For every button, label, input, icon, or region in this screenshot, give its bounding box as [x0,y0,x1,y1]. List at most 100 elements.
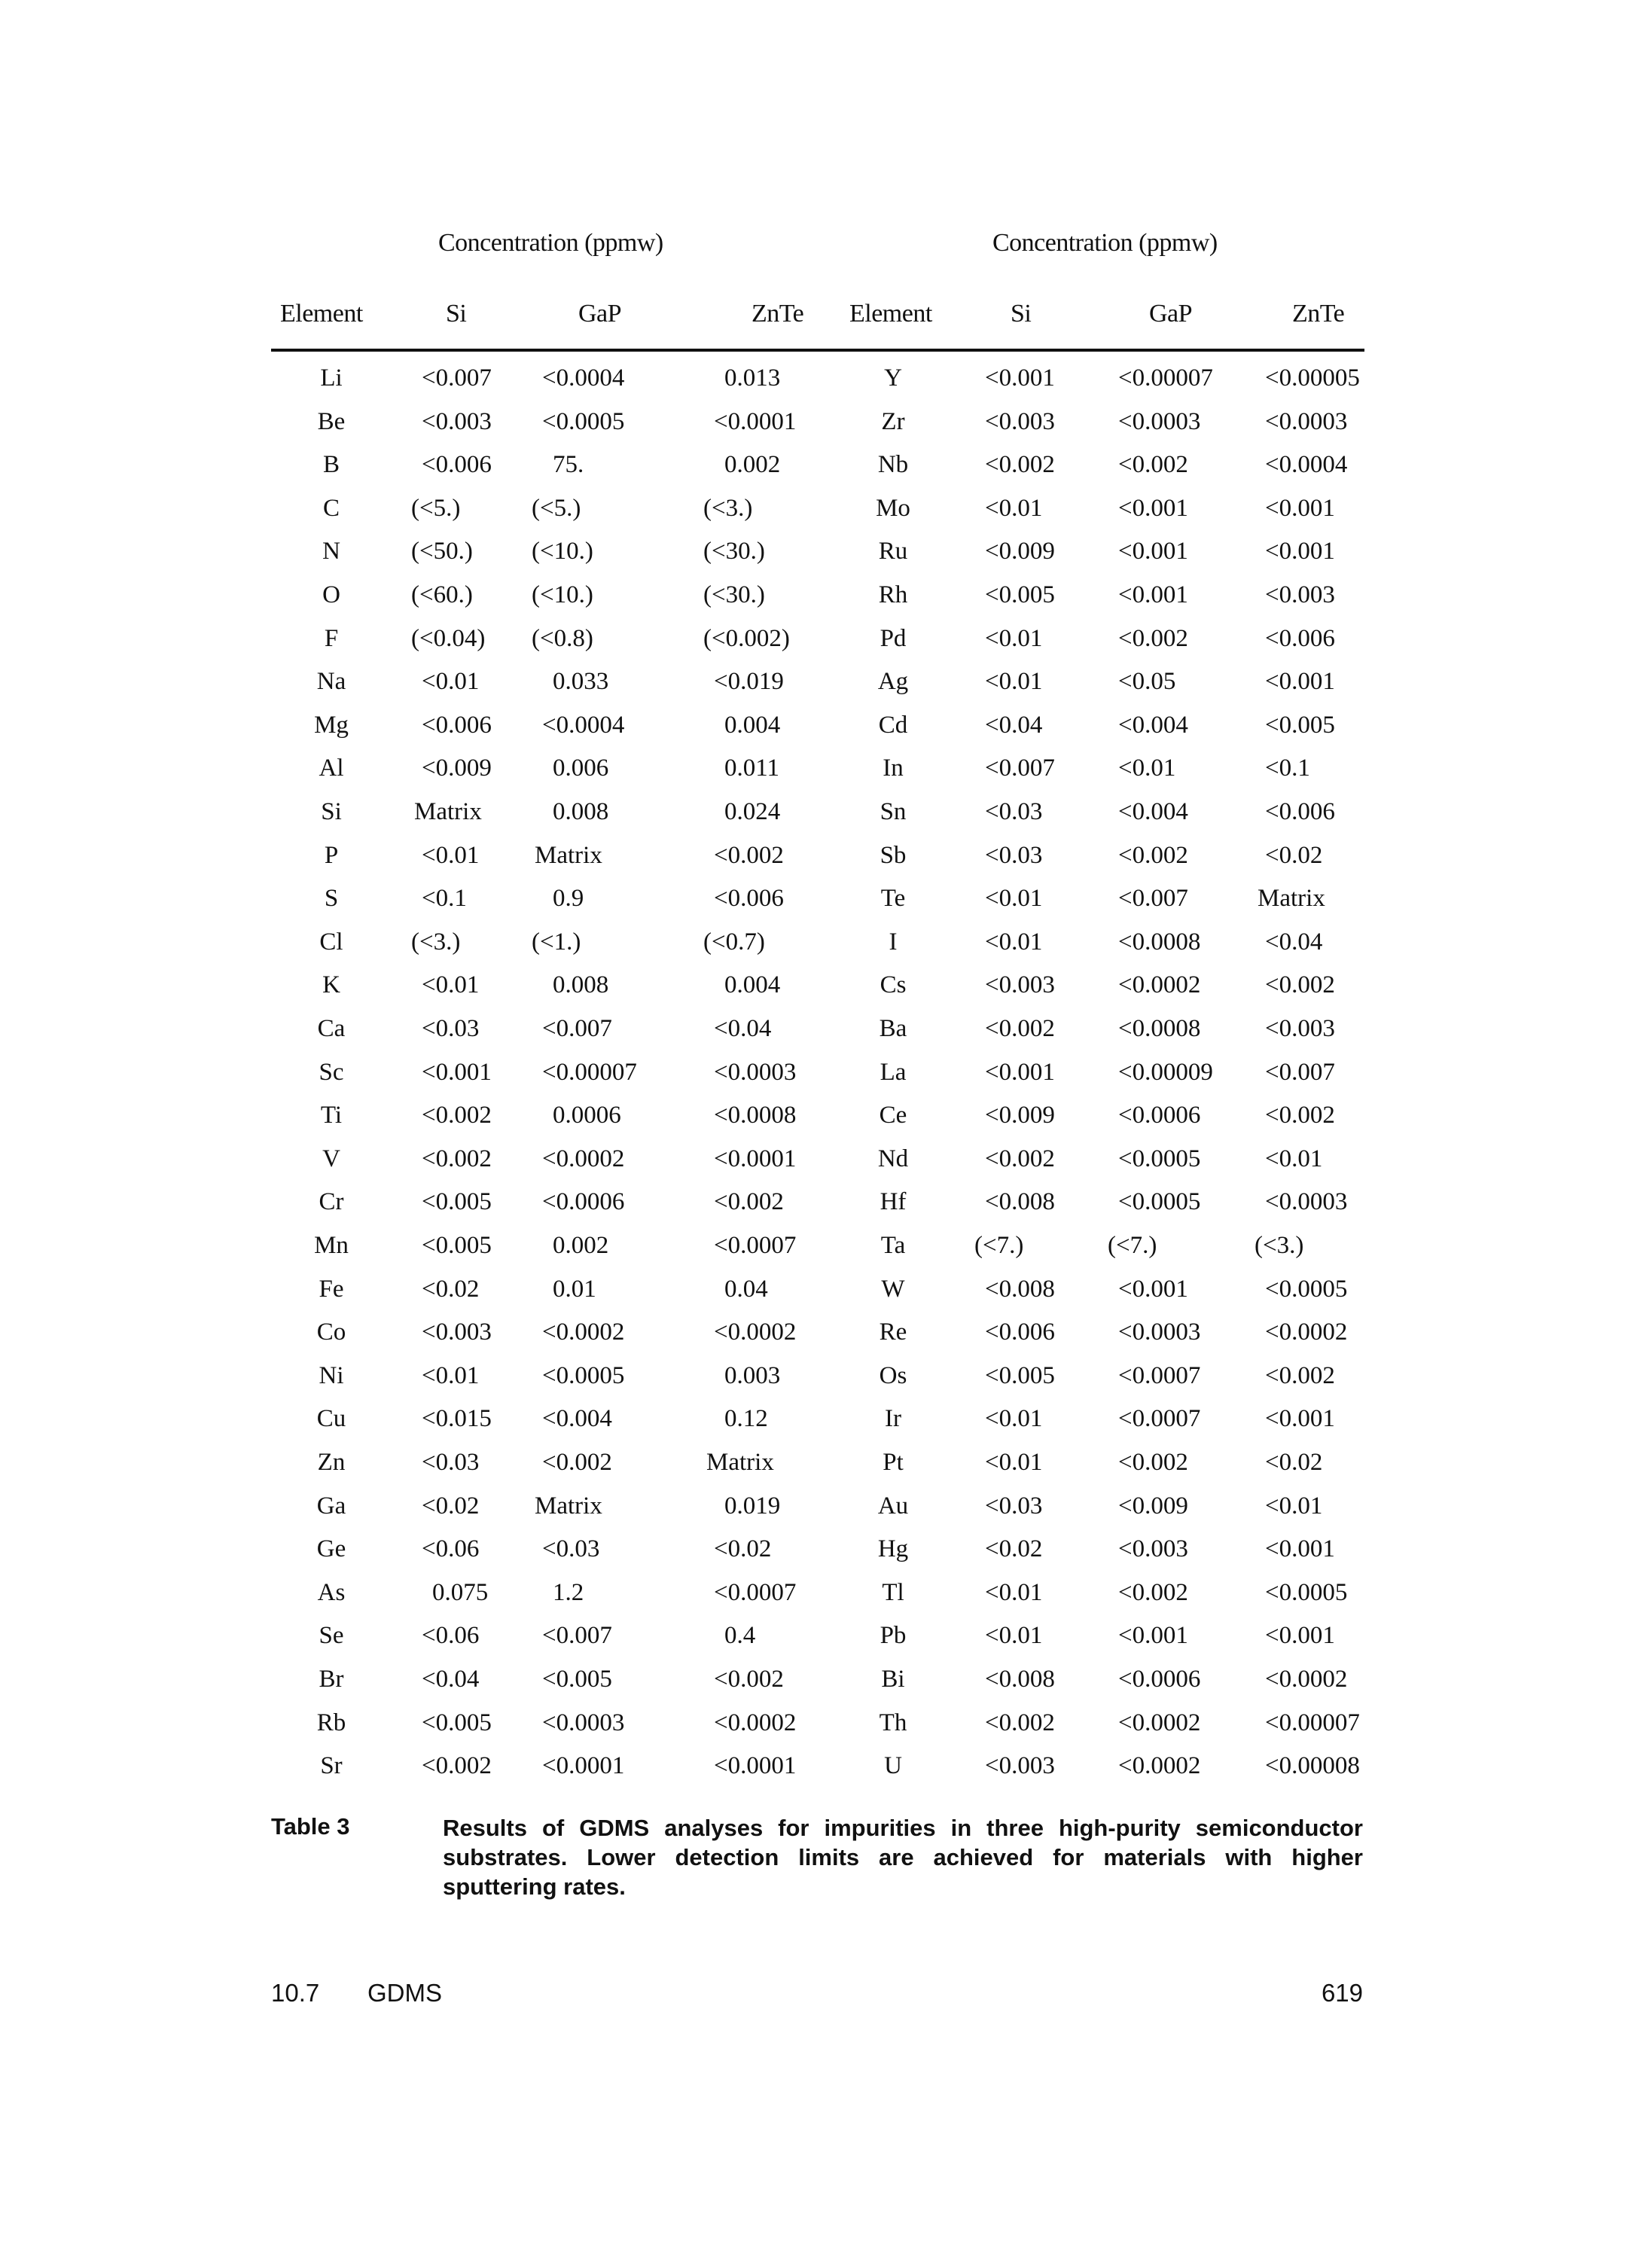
table-row: Sc <0.001 <0.00007 <0.0003 La <0.001 <0.00009 <… [0,1054,1628,1098]
table-row: N (<50.) (<10.) (<30.) Ru <0.009 <0.001 <0.001 [0,533,1628,577]
concentration-znte: <0.0001 [714,1145,797,1172]
element-symbol: Ca [317,1015,346,1042]
concentration-znte: (<0.002) [703,624,790,652]
concentration-si: <0.007 [422,364,492,392]
concentration-znte: <0.001 [1265,1622,1335,1650]
element-symbol: P [324,841,339,869]
concentration-znte: <0.001 [1265,668,1335,696]
concentration-znte: <0.0001 [714,407,797,435]
concentration-gap: <0.05 [1118,668,1176,696]
table-row: Mn <0.005 0.002 <0.0007 Ta (<7.) (<7.) (<3.) [0,1227,1628,1271]
concentration-znte: <0.1 [1265,754,1310,782]
concentration-znte: 0.004 [724,711,781,739]
table-row: O (<60.) (<10.) (<30.) Rh <0.005 <0.001 <0.003 [0,577,1628,620]
table-row: P <0.01 Matrix <0.002 Sb <0.03 <0.002 <0.02 [0,837,1628,881]
table-row: Li <0.007 <0.0004 0.013 Y <0.001 <0.00007 <0.00… [0,360,1628,404]
concentration-gap: <0.007 [542,1622,612,1650]
element-symbol: Bi [881,1666,905,1693]
concentration-gap: <0.007 [1118,885,1188,913]
concentration-znte: <0.0002 [714,1709,797,1736]
concentration-si: <0.001 [985,1058,1055,1086]
concentration-gap: <0.0002 [1118,971,1201,999]
table-row: Br <0.04 <0.005 <0.002 Bi <0.008 <0.0006 <0.000… [0,1661,1628,1705]
concentration-si: (<5.) [411,494,461,522]
concentration-si: <0.03 [422,1449,480,1476]
concentration-si: <0.01 [422,841,480,869]
table-row: C (<5.) (<5.) (<3.) Mo <0.01 <0.001 <0.001 [0,490,1628,534]
element-symbol: Li [320,364,343,392]
concentration-gap: (<5.) [532,494,581,522]
element-symbol: Ta [880,1232,906,1259]
concentration-si: <0.04 [985,711,1043,739]
concentration-znte: <0.0003 [1265,407,1348,435]
concentration-si: (<60.) [411,581,473,608]
column-header-element-left: Element [280,300,363,328]
concentration-znte: <0.00007 [1265,1709,1360,1736]
concentration-gap: (<10.) [532,538,593,565]
element-symbol: Cs [880,971,907,999]
concentration-si: <0.015 [422,1405,492,1433]
concentration-si: (<0.04) [411,624,486,652]
concentration-si: <0.04 [422,1666,480,1693]
table-row: Ge <0.06 <0.03 <0.02 Hg <0.02 <0.003 <0.001 [0,1531,1628,1574]
concentration-gap: <0.00009 [1118,1058,1213,1086]
element-symbol: Rb [316,1709,346,1736]
element-symbol: Ag [877,668,909,696]
concentration-gap: <0.0006 [542,1188,625,1216]
concentration-si: <0.01 [985,1578,1043,1606]
concentration-znte: <0.0008 [714,1102,797,1129]
concentration-gap: <0.002 [542,1449,612,1476]
concentration-znte: <0.0003 [714,1058,797,1086]
concentration-znte: 0.002 [724,451,781,479]
concentration-gap: <0.001 [1118,1622,1188,1650]
concentration-si: <0.01 [422,668,480,696]
table-row: Ti <0.002 0.0006 <0.0008 Ce <0.009 <0.0006 <0.0… [0,1097,1628,1141]
concentration-gap: 0.002 [553,1232,609,1259]
concentration-gap: (<1.) [532,928,581,956]
concentration-gap: (<0.8) [532,624,593,652]
concentration-znte: 0.011 [724,754,780,782]
footer-section-title: GDMS [367,1979,442,2007]
concentration-gap: <0.004 [1118,711,1188,739]
caption-text: Results of GDMS analyses for impurities … [443,1815,1363,1900]
concentration-znte: <0.0001 [714,1752,797,1780]
concentration-gap: <0.0006 [1118,1666,1201,1693]
concentration-si: <0.02 [985,1535,1043,1563]
element-symbol: Pd [880,624,907,652]
concentration-gap: Matrix [535,1492,602,1520]
concentration-znte: <0.0003 [1265,1188,1348,1216]
element-symbol: Ni [319,1361,344,1389]
header-rule [271,349,1364,352]
element-symbol: Pt [883,1449,904,1476]
concentration-znte: <0.04 [1265,928,1323,956]
concentration-gap: <0.0007 [1118,1405,1201,1433]
concentration-gap: <0.0005 [1118,1188,1201,1216]
concentration-si: <0.007 [985,754,1055,782]
concentration-si: <0.008 [985,1275,1055,1303]
concentration-si: <0.06 [422,1622,480,1650]
concentration-znte: <0.00005 [1265,364,1360,392]
table-row: Na <0.01 0.033 <0.019 Ag <0.01 <0.05 <0.001 [0,663,1628,707]
table-row: Be <0.003 <0.0005 <0.0001 Zr <0.003 <0.0003 <0.… [0,404,1628,447]
concentration-znte: 0.12 [724,1405,768,1433]
concentration-gap: <0.01 [1118,754,1176,782]
concentration-znte: (<30.) [703,538,765,565]
element-symbol: Br [319,1666,344,1693]
concentration-znte: 0.024 [724,798,781,825]
element-symbol: Ga [316,1492,346,1520]
element-symbol: Cd [878,711,908,739]
element-symbol: S [324,885,339,913]
table-row: As 0.075 1.2 <0.0007 Tl <0.01 <0.002 <0.0005 [0,1574,1628,1618]
concentration-si: <0.008 [985,1666,1055,1693]
element-symbol: Hf [880,1188,907,1216]
element-symbol: Ce [879,1102,907,1129]
concentration-znte: <0.003 [1265,581,1335,608]
concentration-si: <0.01 [422,1361,480,1389]
concentration-gap: 0.033 [553,668,609,696]
concentration-gap: <0.004 [1118,798,1188,825]
concentration-znte: <0.0002 [714,1318,797,1346]
concentration-gap: <0.0006 [1118,1102,1201,1129]
concentration-gap: 0.008 [553,798,609,825]
concentration-si: (<7.) [974,1232,1024,1259]
concentration-gap: <0.002 [1118,1578,1188,1606]
